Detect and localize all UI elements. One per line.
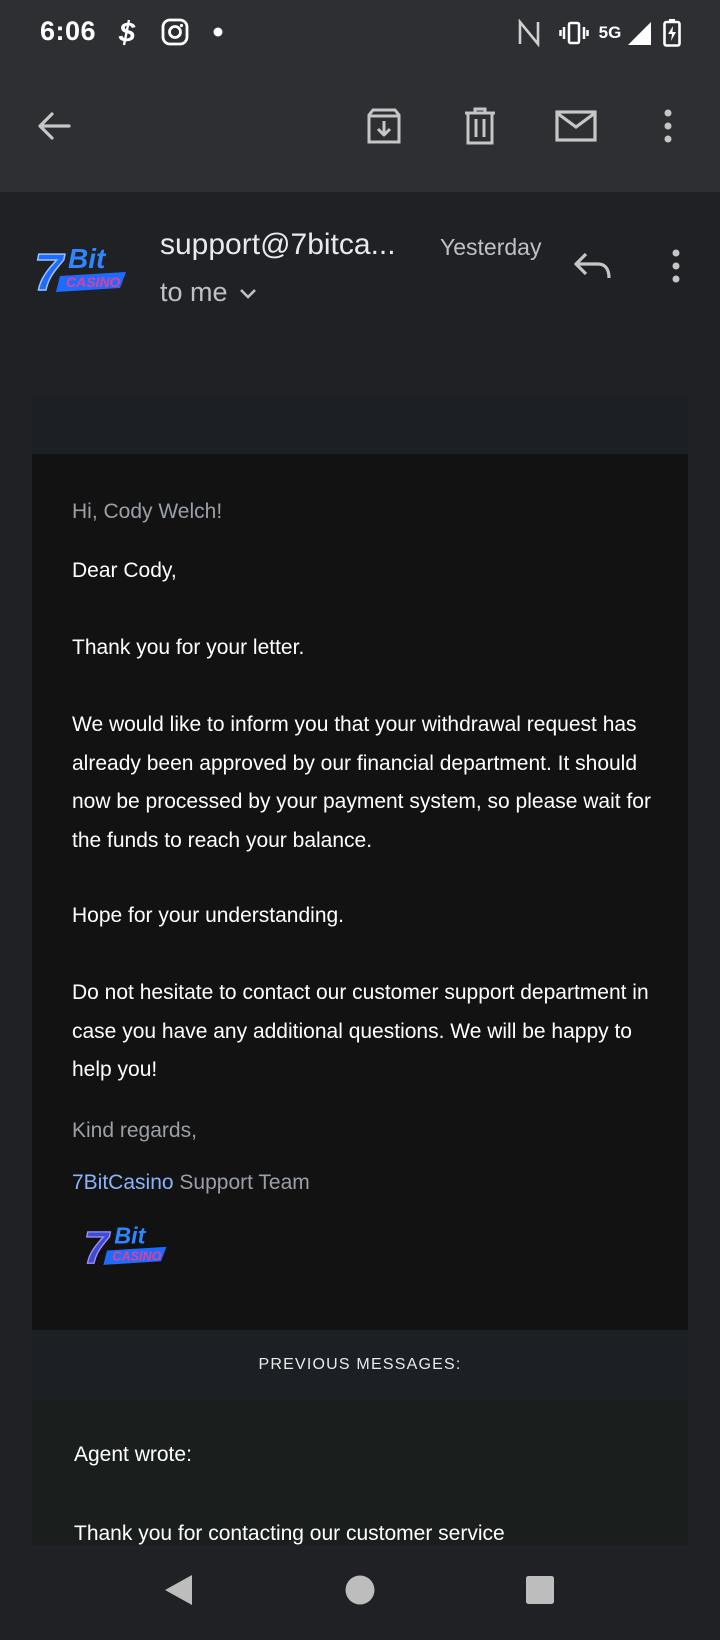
email-paragraph: Do not hesitate to contact our customer … bbox=[72, 981, 649, 1081]
svg-text:7: 7 bbox=[34, 244, 65, 302]
nav-back-button[interactable] bbox=[150, 1567, 206, 1617]
email-paragraph: We would like to inform you that your wi… bbox=[72, 713, 651, 852]
email-salutation: Dear Cody, bbox=[72, 559, 177, 582]
battery-charging-icon bbox=[660, 17, 684, 49]
recipient-label: to me bbox=[160, 277, 228, 307]
dollar-app-icon: S bbox=[112, 15, 142, 49]
more-options-button[interactable] bbox=[636, 96, 700, 160]
signature-brand-link[interactable]: 7BitCasino bbox=[72, 1171, 174, 1194]
square-recents-icon bbox=[524, 1574, 556, 1611]
email-signature: 7BitCasino Support Team bbox=[72, 1171, 310, 1195]
archive-icon bbox=[365, 107, 403, 150]
more-vert-icon bbox=[663, 109, 673, 148]
previous-message-text: Thank you for contacting our customer se… bbox=[74, 1522, 505, 1545]
svg-text:Bit: Bit bbox=[68, 243, 107, 274]
nfc-icon bbox=[514, 17, 544, 49]
previous-messages-header: PREVIOUS MESSAGES: bbox=[32, 1330, 688, 1400]
7bit-casino-logo: 7 Bit CASINO bbox=[83, 1221, 167, 1274]
delete-icon bbox=[463, 107, 497, 150]
back-button[interactable] bbox=[22, 96, 86, 160]
svg-text:7: 7 bbox=[84, 1222, 111, 1273]
vibrate-icon bbox=[558, 17, 590, 49]
svg-text:CASINO: CASINO bbox=[66, 274, 121, 290]
reply-icon bbox=[572, 250, 612, 287]
signature-team: Support Team bbox=[173, 1171, 310, 1194]
mark-unread-icon bbox=[555, 109, 597, 147]
message-more-button[interactable] bbox=[646, 238, 706, 298]
7bit-casino-logo: 7 Bit CASINO bbox=[33, 243, 126, 303]
sender-address[interactable]: support@7bitca... bbox=[160, 228, 396, 262]
svg-text:CASINO: CASINO bbox=[112, 1249, 161, 1263]
mark-unread-button[interactable] bbox=[544, 96, 608, 160]
delete-button[interactable] bbox=[448, 96, 512, 160]
signature-logo: 7 Bit CASINO bbox=[80, 1218, 170, 1274]
system-nav-bar bbox=[0, 1545, 720, 1640]
previous-messages-body: Agent wrote: Thank you for contacting ou… bbox=[32, 1400, 688, 1545]
email-closing: Kind regards, bbox=[72, 1119, 197, 1142]
sender-avatar[interactable]: 7 Bit CASINO bbox=[30, 238, 130, 308]
svg-text:Bit: Bit bbox=[114, 1222, 146, 1248]
signal-icon bbox=[624, 17, 654, 49]
circle-home-icon bbox=[344, 1574, 376, 1611]
nav-home-button[interactable] bbox=[332, 1567, 388, 1617]
instagram-icon bbox=[160, 15, 190, 49]
app-bar bbox=[0, 66, 720, 192]
reply-button[interactable] bbox=[562, 238, 622, 298]
email-greeting: Hi, Cody Welch! bbox=[72, 500, 223, 523]
notification-dot-icon bbox=[203, 15, 233, 49]
nav-recents-button[interactable] bbox=[512, 1567, 568, 1617]
email-paragraph: Thank you for your letter. bbox=[72, 636, 305, 659]
status-bar: 6:06 S 5G bbox=[0, 0, 720, 66]
recipient-details-toggle[interactable]: to me bbox=[160, 277, 258, 308]
archive-button[interactable] bbox=[352, 96, 416, 160]
email-card-header bbox=[32, 396, 688, 454]
triangle-back-icon bbox=[162, 1573, 194, 1612]
email-date: Yesterday bbox=[440, 234, 542, 260]
more-vert-icon bbox=[671, 249, 681, 288]
email-paragraph: Hope for your understanding. bbox=[72, 904, 345, 927]
status-time: 6:06 bbox=[40, 16, 97, 46]
network-type: 5G bbox=[598, 23, 622, 42]
chevron-down-icon bbox=[238, 277, 258, 308]
back-arrow-icon bbox=[36, 108, 72, 149]
agent-wrote-label: Agent wrote: bbox=[74, 1443, 192, 1466]
